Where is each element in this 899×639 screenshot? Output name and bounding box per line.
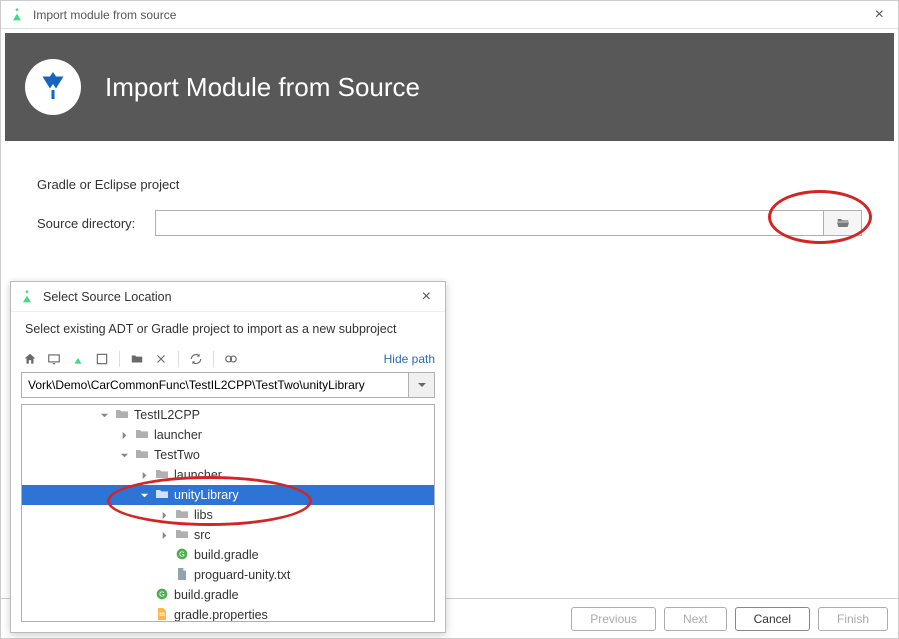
android-studio-icon <box>9 7 25 23</box>
path-row <box>11 372 445 404</box>
gradle-icon: G <box>150 586 174 605</box>
folder-icon <box>170 506 194 525</box>
toolbar-separator <box>213 351 214 367</box>
header-banner: Import Module from Source <box>5 33 894 141</box>
desktop-icon[interactable] <box>45 350 63 368</box>
content-area: Gradle or Eclipse project Source directo… <box>1 145 898 280</box>
path-history-button[interactable] <box>409 372 435 398</box>
cancel-button[interactable]: Cancel <box>735 607 810 631</box>
folder-icon <box>110 406 134 425</box>
tree-item-label: launcher <box>174 468 222 482</box>
tree-item-label: build.gradle <box>174 588 239 602</box>
gradle-icon: G <box>170 546 194 565</box>
sub-prompt: Select existing ADT or Gradle project to… <box>11 312 445 346</box>
tree-row[interactable]: Gbuild.gradle <box>22 585 434 605</box>
path-input[interactable] <box>21 372 409 398</box>
file-tree[interactable]: TestIL2CPP launcher TestTwo launcher unityLi… <box>21 404 435 622</box>
header-title: Import Module from Source <box>105 72 420 103</box>
file-icon <box>170 566 194 585</box>
tree-item-label: build.gradle <box>194 548 259 562</box>
folder-icon <box>150 486 174 505</box>
select-source-location-dialog: Select Source Location × Select existing… <box>10 281 446 633</box>
header-logo <box>25 59 81 115</box>
previous-button[interactable]: Previous <box>571 607 656 631</box>
expand-arrow-icon[interactable] <box>118 451 130 460</box>
expand-arrow-icon[interactable] <box>138 471 150 480</box>
project-type-label: Gradle or Eclipse project <box>37 177 862 192</box>
svg-text:G: G <box>159 589 165 598</box>
tree-row[interactable]: TestIL2CPP <box>22 405 434 425</box>
tree-item-label: TestTwo <box>154 448 200 462</box>
source-directory-label: Source directory: <box>37 216 155 231</box>
tree-row[interactable]: libs <box>22 505 434 525</box>
toolbar-separator <box>119 351 120 367</box>
expand-arrow-icon[interactable] <box>138 491 150 500</box>
window-title: Import module from source <box>33 8 869 22</box>
show-hidden-icon[interactable] <box>222 350 240 368</box>
toolbar-separator <box>178 351 179 367</box>
tree-item-label: unityLibrary <box>174 488 239 502</box>
next-button[interactable]: Next <box>664 607 727 631</box>
folder-open-icon <box>835 215 851 231</box>
tree-row[interactable]: launcher <box>22 465 434 485</box>
browse-button[interactable] <box>824 210 862 236</box>
folder-icon <box>130 446 154 465</box>
props-icon <box>150 606 174 623</box>
close-button[interactable]: × <box>869 6 890 24</box>
sub-titlebar: Select Source Location × <box>11 282 445 312</box>
tree-item-label: launcher <box>154 428 202 442</box>
tree-row[interactable]: src <box>22 525 434 545</box>
expand-arrow-icon[interactable] <box>98 411 110 420</box>
project-icon[interactable] <box>69 350 87 368</box>
refresh-icon[interactable] <box>187 350 205 368</box>
android-studio-icon <box>19 289 35 305</box>
expand-arrow-icon[interactable] <box>158 531 170 540</box>
tree-row[interactable]: Gbuild.gradle <box>22 545 434 565</box>
tree-row[interactable]: TestTwo <box>22 445 434 465</box>
sub-close-button[interactable]: × <box>416 288 437 306</box>
module-icon[interactable] <box>93 350 111 368</box>
tree-row[interactable]: unityLibrary <box>22 485 434 505</box>
tree-item-label: libs <box>194 508 213 522</box>
folder-icon <box>130 426 154 445</box>
expand-arrow-icon[interactable] <box>118 431 130 440</box>
tree-row[interactable]: proguard-unity.txt <box>22 565 434 585</box>
delete-icon[interactable] <box>152 350 170 368</box>
new-folder-icon[interactable] <box>128 350 146 368</box>
home-icon[interactable] <box>21 350 39 368</box>
chevron-down-icon <box>417 380 427 390</box>
tree-row[interactable]: gradle.properties <box>22 605 434 622</box>
tree-item-label: proguard-unity.txt <box>194 568 290 582</box>
folder-icon <box>170 526 194 545</box>
titlebar: Import module from source × <box>1 1 898 29</box>
sub-toolbar: Hide path <box>11 346 445 372</box>
tree-item-label: TestIL2CPP <box>134 408 200 422</box>
source-directory-row: Source directory: <box>37 210 862 236</box>
finish-button[interactable]: Finish <box>818 607 888 631</box>
folder-icon <box>150 466 174 485</box>
svg-text:G: G <box>179 549 185 558</box>
tree-item-label: gradle.properties <box>174 608 268 622</box>
hide-path-link[interactable]: Hide path <box>384 352 435 366</box>
sub-window-title: Select Source Location <box>43 290 416 304</box>
source-directory-input[interactable] <box>155 210 824 236</box>
tree-item-label: src <box>194 528 211 542</box>
tree-row[interactable]: launcher <box>22 425 434 445</box>
expand-arrow-icon[interactable] <box>158 511 170 520</box>
